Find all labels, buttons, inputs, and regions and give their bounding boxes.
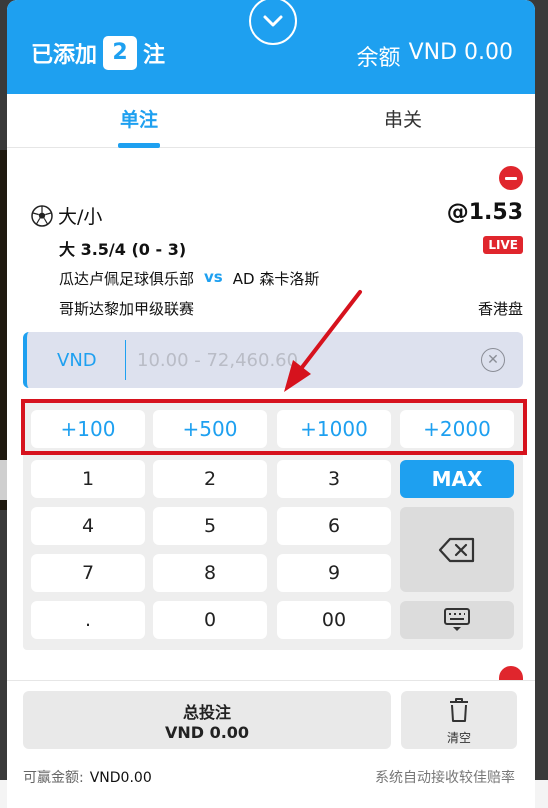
key-decimal[interactable]: . bbox=[31, 601, 145, 639]
clear-all-button[interactable]: 清空 bbox=[401, 691, 517, 749]
balance-value: VND 0.00 bbox=[408, 40, 513, 65]
bet-slip-panel: 已添加 2 注 余额 VND 0.00 单注 串关 大/小 @1.53 大 3.… bbox=[7, 0, 535, 808]
home-team: 瓜达卢佩足球俱乐部 bbox=[59, 270, 195, 288]
count-badge: 2 bbox=[103, 36, 138, 70]
total-stake-label: 总投注 bbox=[182, 703, 231, 722]
market-name: 大/小 bbox=[58, 206, 103, 228]
key-4[interactable]: 4 bbox=[31, 507, 145, 545]
auto-accept-note: 系统自动接收较佳赔率 bbox=[375, 770, 515, 786]
live-badge: LIVE bbox=[483, 236, 523, 254]
selection-label: 大 3.5/4 (0 - 3) bbox=[59, 240, 187, 259]
trash-icon bbox=[450, 698, 468, 722]
winnable-amount: 可赢金额: VND0.00 bbox=[23, 767, 152, 787]
quick-stake-2000[interactable]: +2000 bbox=[400, 410, 514, 448]
market-row: 大/小 bbox=[31, 202, 102, 229]
next-bet-remove-icon[interactable] bbox=[499, 666, 523, 680]
max-button[interactable]: MAX bbox=[400, 460, 514, 498]
chevron-down-icon bbox=[263, 15, 283, 27]
key-1[interactable]: 1 bbox=[31, 460, 145, 498]
bet-type-tabs: 单注 串关 bbox=[7, 94, 535, 148]
key-0[interactable]: 0 bbox=[153, 601, 267, 639]
backspace-button[interactable] bbox=[400, 507, 514, 592]
added-suffix: 注 bbox=[143, 43, 166, 68]
total-stake-value: VND 0.00 bbox=[164, 723, 250, 742]
winnable-value: VND0.00 bbox=[89, 770, 152, 786]
league-name: 哥斯达黎加甲级联赛 bbox=[59, 300, 195, 318]
quick-stake-1000[interactable]: +1000 bbox=[277, 410, 391, 448]
key-2[interactable]: 2 bbox=[153, 460, 267, 498]
tab-single[interactable]: 单注 bbox=[7, 94, 271, 148]
clear-input-icon[interactable]: ✕ bbox=[481, 348, 505, 372]
remove-bet-icon[interactable] bbox=[499, 166, 523, 190]
vs-label: vs bbox=[204, 268, 223, 286]
added-prefix: 已添加 bbox=[31, 43, 98, 68]
stake-field: VND ✕ bbox=[23, 332, 523, 388]
key-9[interactable]: 9 bbox=[277, 554, 391, 592]
winnable-label: 可赢金额: bbox=[23, 770, 84, 786]
tab-parlay[interactable]: 串关 bbox=[271, 94, 535, 148]
backspace-icon bbox=[438, 537, 475, 562]
quick-stake-100[interactable]: +100 bbox=[31, 410, 145, 448]
bet-slip-footer: 总投注 VND 0.00 清空 可赢金额: VND0.00 系统自动接收较佳赔率 bbox=[7, 680, 535, 808]
balance: 余额 VND 0.00 bbox=[357, 40, 513, 72]
soccer-ball-icon bbox=[31, 204, 53, 227]
balance-label: 余额 bbox=[356, 46, 401, 71]
key-5[interactable]: 5 bbox=[153, 507, 267, 545]
away-team: AD 森卡洛斯 bbox=[232, 270, 320, 288]
key-00[interactable]: 00 bbox=[277, 601, 391, 639]
hide-keyboard-button[interactable] bbox=[400, 601, 514, 639]
stake-keypad: +100 +500 +1000 +2000 1 2 3 MAX 4 5 6 7 … bbox=[21, 399, 527, 650]
odds-type: 香港盘 bbox=[477, 300, 523, 318]
place-bet-button[interactable]: 总投注 VND 0.00 bbox=[23, 691, 391, 749]
match-teams: 瓜达卢佩足球俱乐部 vs AD 森卡洛斯 bbox=[59, 268, 319, 289]
key-6[interactable]: 6 bbox=[277, 507, 391, 545]
bet-count: 已添加 2 注 bbox=[31, 36, 165, 70]
key-8[interactable]: 8 bbox=[153, 554, 267, 592]
clear-all-label: 清空 bbox=[446, 731, 471, 745]
keyboard-icon bbox=[444, 608, 470, 631]
stake-input[interactable] bbox=[137, 342, 467, 378]
key-3[interactable]: 3 bbox=[277, 460, 391, 498]
bet-card: 大/小 @1.53 大 3.5/4 (0 - 3) LIVE 瓜达卢佩足球俱乐部… bbox=[21, 162, 527, 652]
quick-stake-500[interactable]: +500 bbox=[153, 410, 267, 448]
key-7[interactable]: 7 bbox=[31, 554, 145, 592]
odds-value: @1.53 bbox=[446, 200, 523, 225]
stake-currency: VND bbox=[57, 350, 97, 371]
stake-divider bbox=[125, 340, 126, 380]
